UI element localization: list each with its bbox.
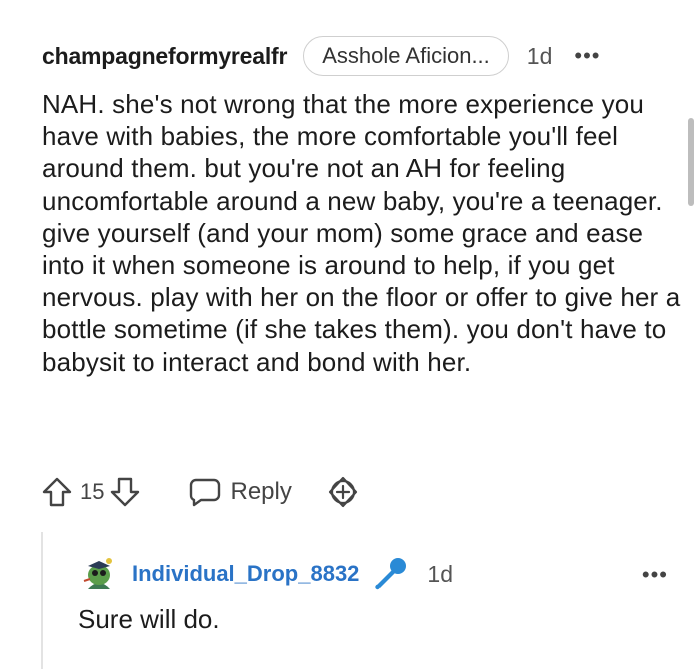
thread-line[interactable]: [41, 532, 43, 669]
award-plus-icon: [328, 476, 357, 508]
upvote-arrow-icon: [42, 477, 72, 507]
scrollbar[interactable]: [688, 118, 694, 206]
reply-label: Reply: [230, 478, 292, 505]
downvote-arrow-icon: [111, 477, 140, 507]
upvote-button[interactable]: [40, 475, 74, 509]
comment-body: NAH. she's not wrong that the more exper…: [42, 89, 681, 377]
reply-username[interactable]: Individual_Drop_8832: [132, 561, 359, 587]
comment-username[interactable]: champagneformyrealfr: [42, 43, 287, 70]
reply-timestamp: 1d: [427, 560, 454, 587]
downvote-button[interactable]: [108, 475, 142, 509]
vote-count: 15: [80, 479, 105, 504]
comment-more-options-button[interactable]: •••: [574, 45, 600, 67]
speech-bubble-icon: [190, 478, 221, 507]
microphone-icon: [375, 558, 407, 590]
reply-more-options-button[interactable]: •••: [642, 562, 668, 588]
reply-button[interactable]: Reply: [188, 476, 292, 508]
user-flair: Asshole Aficion...: [303, 36, 509, 76]
comment-header: champagneformyrealfr Asshole Aficion... …: [42, 36, 672, 76]
comment-timestamp: 1d: [526, 42, 553, 69]
reply-header: Individual_Drop_8832 1d •••: [78, 554, 678, 594]
user-avatar-icon[interactable]: [78, 553, 120, 595]
award-button[interactable]: [326, 475, 360, 509]
reply-body: Sure will do.: [78, 604, 220, 634]
comment-action-bar: 15 Reply: [40, 472, 440, 512]
